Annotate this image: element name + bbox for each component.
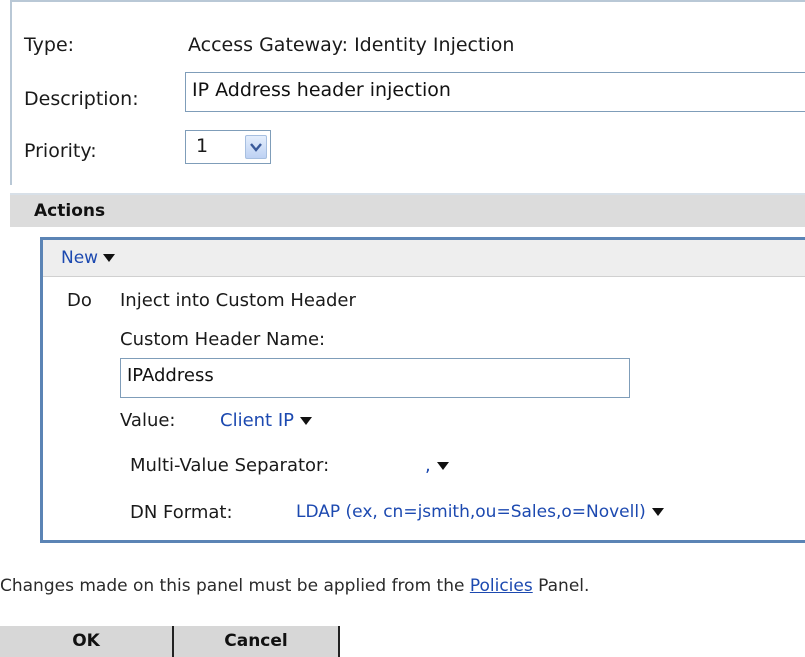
actions-title: Actions: [34, 201, 106, 221]
value-selection: Client IP: [220, 410, 294, 431]
caret-down-icon: [436, 462, 449, 470]
custom-header-name-value: IPAddress: [127, 365, 214, 386]
priority-label: Priority:: [24, 140, 97, 162]
multi-value-separator-dropdown[interactable]: ,: [425, 455, 449, 476]
caret-down-icon: [651, 508, 664, 516]
description-label: Description:: [24, 88, 139, 110]
new-menu-button[interactable]: New: [61, 248, 116, 268]
custom-header-name-label: Custom Header Name:: [120, 329, 326, 350]
custom-header-name-input[interactable]: IPAddress: [120, 358, 630, 398]
dn-format-dropdown[interactable]: LDAP (ex, cn=jsmith,ou=Sales,o=Novell): [296, 502, 664, 522]
apply-changes-note: Changes made on this panel must be appli…: [0, 576, 589, 596]
do-label: Do: [67, 290, 92, 311]
dn-format-selection: LDAP (ex, cn=jsmith,ou=Sales,o=Novell): [296, 502, 646, 522]
priority-value: 1: [196, 135, 209, 157]
note-prefix: Changes made on this panel must be appli…: [0, 576, 465, 596]
ok-button[interactable]: OK: [0, 626, 174, 657]
actions-panel: New Do Inject into Custom Header Custom …: [40, 237, 805, 543]
value-dropdown[interactable]: Client IP: [220, 410, 312, 431]
caret-down-icon: [103, 254, 116, 262]
description-input[interactable]: IP Address header injection: [185, 72, 805, 112]
cancel-button[interactable]: Cancel: [174, 626, 340, 657]
priority-select[interactable]: 1: [185, 130, 271, 164]
chevron-down-icon[interactable]: [245, 135, 267, 159]
multi-value-separator-label: Multi-Value Separator:: [130, 455, 330, 476]
action-title: Inject into Custom Header: [120, 290, 356, 311]
type-value: Access Gateway: Identity Injection: [188, 34, 515, 56]
description-input-value: IP Address header injection: [192, 79, 451, 101]
note-suffix: Panel.: [538, 576, 590, 596]
new-menu-label: New: [61, 248, 99, 268]
policy-details-panel: Type: Access Gateway: Identity Injection…: [10, 0, 805, 185]
caret-down-icon: [300, 417, 312, 425]
policies-panel-link[interactable]: Policies: [470, 576, 533, 596]
multi-value-separator-selection: ,: [425, 455, 431, 476]
actions-section-header: Actions: [10, 193, 805, 227]
actions-toolbar: New: [43, 240, 805, 277]
type-label: Type:: [24, 34, 75, 56]
dn-format-label: DN Format:: [130, 502, 233, 523]
dialog-buttons: OK Cancel: [0, 626, 340, 657]
value-label: Value:: [120, 410, 176, 431]
